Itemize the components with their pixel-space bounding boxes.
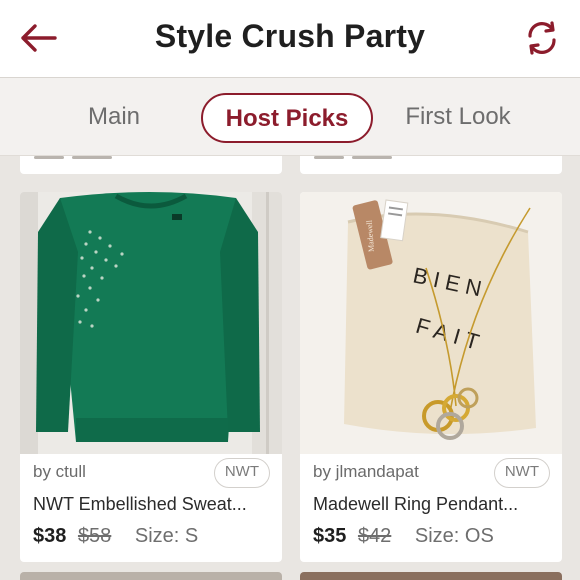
page-title: Style Crush Party — [154, 18, 426, 54]
green-sweater-image — [20, 192, 282, 454]
tab-main[interactable]: Main — [64, 93, 164, 143]
app-header: Style Crush Party — [0, 0, 580, 78]
price: $38 — [33, 525, 67, 547]
seller-name[interactable]: by ctull — [33, 462, 86, 482]
condition-badge: NWT — [213, 458, 270, 488]
back-arrow-icon — [21, 24, 57, 52]
next-card-preview[interactable] — [20, 572, 282, 580]
listing-card[interactable]: by ctull NWT NWT Embellished Sweat... $3… — [20, 192, 282, 562]
refresh-icon — [528, 21, 556, 55]
previous-card-stub[interactable] — [300, 156, 562, 174]
size-label: Size: OS — [414, 525, 494, 547]
listing-card[interactable]: Madewell BIEN FAIT by jlmandapat NWT Mad… — [300, 192, 562, 562]
refresh-button[interactable] — [518, 14, 566, 62]
original-price: $42 — [357, 525, 392, 547]
necklace-image: Madewell BIEN FAIT — [300, 192, 562, 454]
price-row: $38 $58 Size: S — [33, 525, 198, 548]
size-label: Size: S — [134, 525, 199, 547]
price: $35 — [313, 525, 347, 547]
listing-title[interactable]: NWT Embellished Sweat... — [33, 494, 273, 515]
listing-image[interactable] — [20, 192, 282, 454]
listing-image[interactable]: Madewell BIEN FAIT — [300, 192, 562, 454]
condition-badge: NWT — [493, 458, 550, 488]
next-card-preview[interactable] — [300, 572, 562, 580]
tab-first-look[interactable]: First Look — [390, 93, 526, 143]
previous-card-stub[interactable] — [20, 156, 282, 174]
tab-host-picks[interactable]: Host Picks — [201, 93, 373, 143]
original-price: $58 — [77, 525, 112, 547]
seller-name[interactable]: by jlmandapat — [313, 462, 419, 482]
back-button[interactable] — [14, 16, 62, 60]
tab-bar: Main Host Picks First Look — [0, 78, 580, 156]
price-row: $35 $42 Size: OS — [313, 525, 494, 548]
listing-title[interactable]: Madewell Ring Pendant... — [313, 494, 553, 515]
